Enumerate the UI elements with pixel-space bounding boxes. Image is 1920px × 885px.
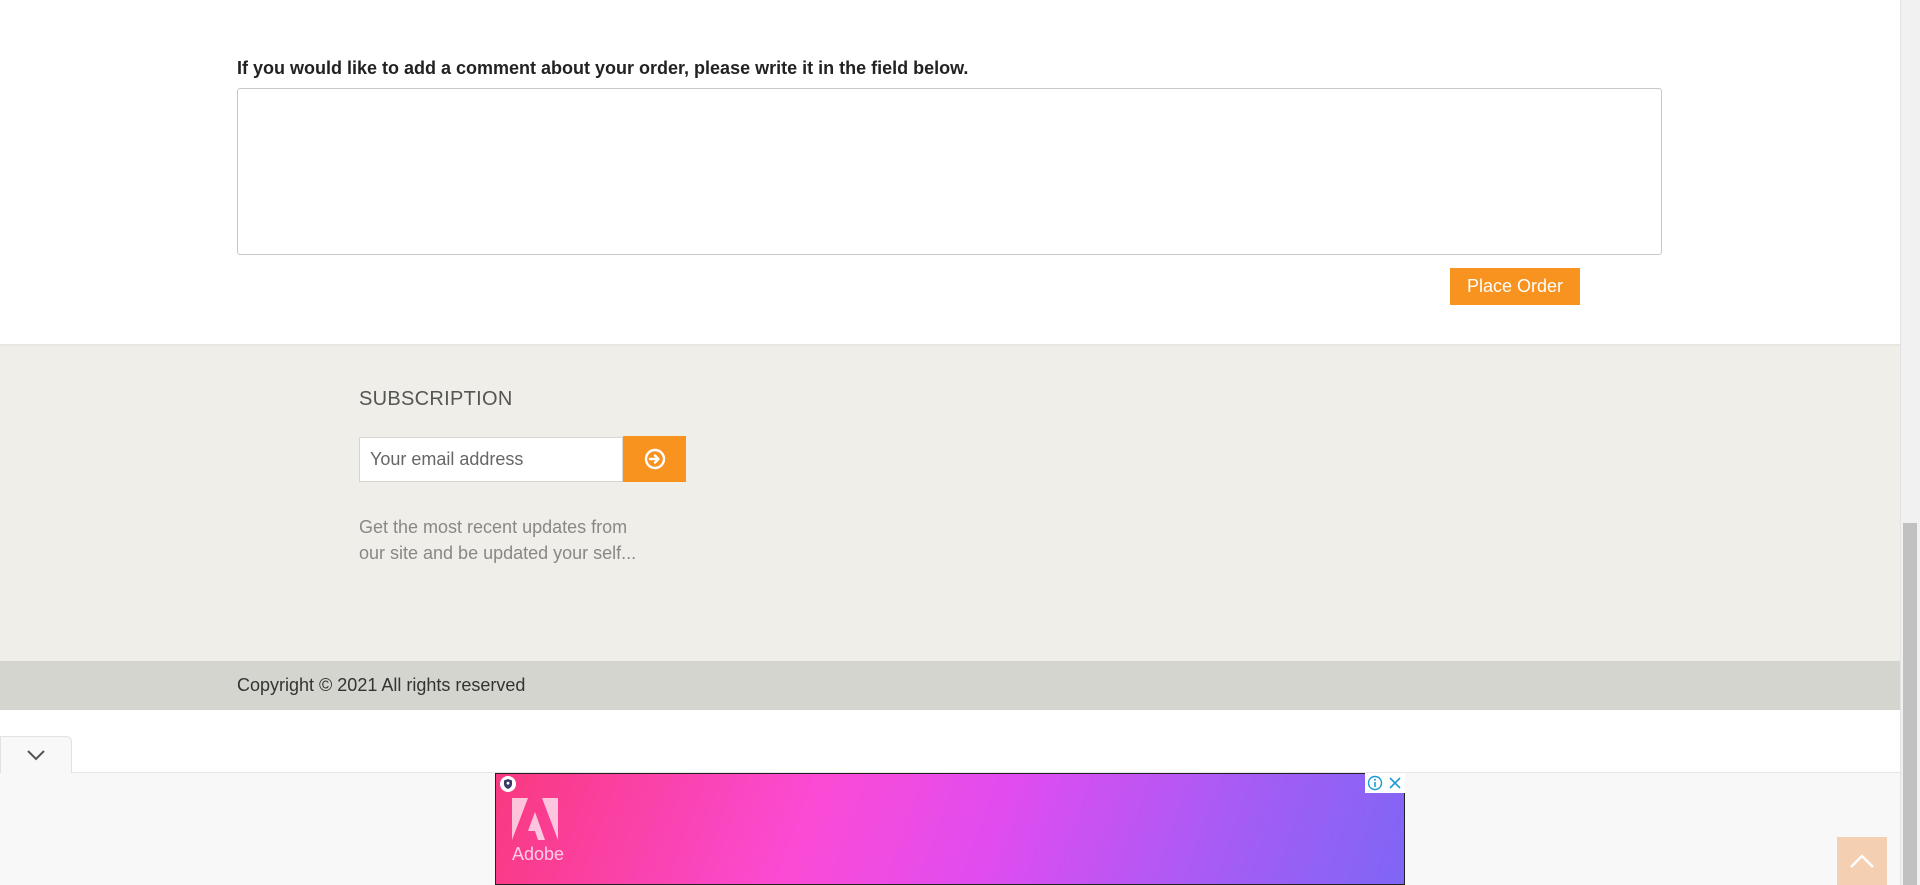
comment-label: If you would like to add a comment about… xyxy=(237,58,969,78)
page: If you would like to add a comment about… xyxy=(0,0,1900,885)
copyright-text: Copyright © 2021 All rights reserved xyxy=(237,675,526,695)
subscription-description: Get the most recent updates from our sit… xyxy=(359,517,637,563)
back-to-top-button[interactable] xyxy=(1837,837,1887,885)
subscription-section xyxy=(0,344,1900,661)
arrow-circle-right-icon xyxy=(644,448,665,470)
section-divider xyxy=(0,344,1900,346)
adobe-logo-icon xyxy=(512,798,558,840)
ad-banner[interactable]: Adobe xyxy=(495,773,1405,885)
place-order-button[interactable]: Place Order xyxy=(1450,268,1580,305)
subscribe-button[interactable] xyxy=(623,436,686,482)
scrollbar-thumb[interactable] xyxy=(1903,523,1917,885)
email-field[interactable] xyxy=(359,437,623,482)
ad-brand-text: Adobe xyxy=(512,844,565,864)
chevron-down-icon xyxy=(27,750,45,761)
ad-collapse-tab[interactable] xyxy=(0,736,72,773)
ad-controls xyxy=(1365,773,1405,793)
info-icon[interactable] xyxy=(1365,773,1385,793)
chevron-up-icon xyxy=(1850,854,1874,868)
close-icon[interactable] xyxy=(1385,773,1405,793)
order-comment-field[interactable] xyxy=(237,88,1662,255)
subscription-title: SUBSCRIPTION xyxy=(359,388,513,410)
ad-badge-icon xyxy=(500,776,516,792)
